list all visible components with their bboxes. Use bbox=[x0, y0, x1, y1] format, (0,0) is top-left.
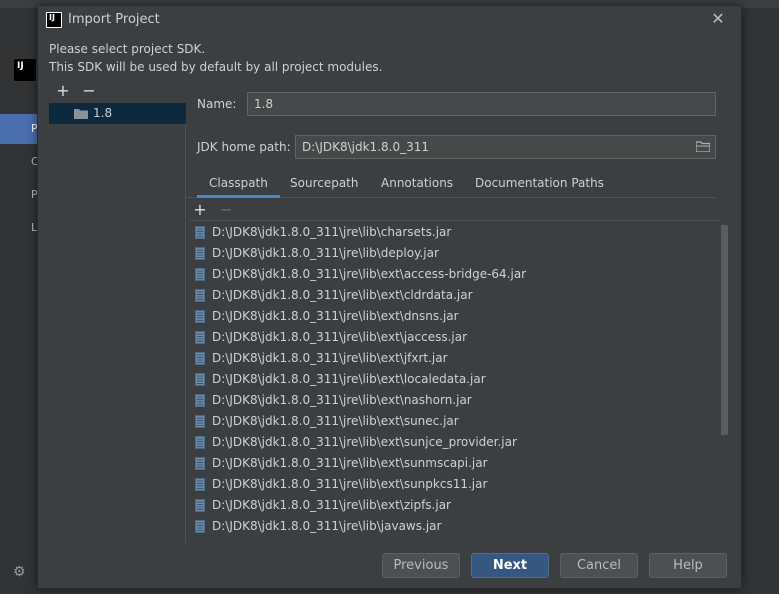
jdk-home-path-field[interactable]: D:\JDK8\jdk1.8.0_311 bbox=[295, 135, 716, 159]
cancel-button[interactable]: Cancel bbox=[560, 553, 638, 578]
classpath-item-label: D:\JDK8\jdk1.8.0_311\jre\lib\ext\sunmsca… bbox=[212, 456, 488, 470]
classpath-item-label: D:\JDK8\jdk1.8.0_311\jre\lib\ext\cldrdat… bbox=[212, 288, 473, 302]
dialog-titlebar: IJ Import Project ✕ bbox=[38, 6, 741, 34]
classpath-item-label: D:\JDK8\jdk1.8.0_311\jre\lib\ext\jaccess… bbox=[212, 330, 468, 344]
tab-classpath[interactable]: Classpath bbox=[197, 172, 280, 198]
welcome-nav-item[interactable]: P bbox=[0, 114, 38, 144]
jar-icon bbox=[195, 226, 205, 239]
classpath-item[interactable]: D:\JDK8\jdk1.8.0_311\jre\lib\charsets.ja… bbox=[190, 222, 720, 243]
classpath-item[interactable]: D:\JDK8\jdk1.8.0_311\jre\lib\javaws.jar bbox=[190, 516, 720, 537]
classpath-list: D:\JDK8\jdk1.8.0_311\jre\lib\charsets.ja… bbox=[190, 222, 730, 542]
jar-icon bbox=[195, 457, 205, 470]
help-button[interactable]: Help bbox=[649, 553, 727, 578]
jar-icon bbox=[195, 436, 205, 449]
description-line: Please select project SDK. bbox=[49, 42, 206, 56]
classpath-item[interactable]: D:\JDK8\jdk1.8.0_311\jre\lib\ext\sunmsca… bbox=[190, 453, 720, 474]
jar-icon bbox=[195, 331, 205, 344]
welcome-nav-item[interactable]: C bbox=[0, 147, 39, 177]
classpath-item[interactable]: D:\JDK8\jdk1.8.0_311\jre\lib\ext\nashorn… bbox=[190, 390, 720, 411]
add-sdk-button[interactable]: + bbox=[55, 82, 71, 100]
classpath-item-label: D:\JDK8\jdk1.8.0_311\jre\lib\ext\zipfs.j… bbox=[212, 498, 451, 512]
welcome-nav-item[interactable]: L bbox=[0, 213, 37, 243]
classpath-item-label: D:\JDK8\jdk1.8.0_311\jre\lib\ext\sunec.j… bbox=[212, 414, 459, 428]
classpath-item[interactable]: D:\JDK8\jdk1.8.0_311\jre\lib\ext\sunjce_… bbox=[190, 432, 720, 453]
previous-button[interactable]: Previous bbox=[382, 553, 460, 578]
classpath-item[interactable]: D:\JDK8\jdk1.8.0_311\jre\lib\ext\jaccess… bbox=[190, 327, 720, 348]
classpath-item-label: D:\JDK8\jdk1.8.0_311\jre\lib\ext\jfxrt.j… bbox=[212, 351, 448, 365]
classpath-item-label: D:\JDK8\jdk1.8.0_311\jre\lib\ext\localed… bbox=[212, 372, 486, 386]
next-button[interactable]: Next bbox=[471, 553, 549, 578]
classpath-item[interactable]: D:\JDK8\jdk1.8.0_311\jre\lib\ext\cldrdat… bbox=[190, 285, 720, 306]
classpath-item[interactable]: D:\JDK8\jdk1.8.0_311\jre\lib\ext\sunpkcs… bbox=[190, 474, 720, 495]
classpath-item[interactable]: D:\JDK8\jdk1.8.0_311\jre\lib\ext\dnsns.j… bbox=[190, 306, 720, 327]
classpath-item-label: D:\JDK8\jdk1.8.0_311\jre\lib\ext\nashorn… bbox=[212, 393, 472, 407]
sdk-list: 1.8 bbox=[49, 103, 186, 543]
classpath-item-label: D:\JDK8\jdk1.8.0_311\jre\lib\ext\dnsns.j… bbox=[212, 309, 459, 323]
classpath-item-label: D:\JDK8\jdk1.8.0_311\jre\lib\charsets.ja… bbox=[212, 225, 452, 239]
classpath-item-label: D:\JDK8\jdk1.8.0_311\jre\lib\javaws.jar bbox=[212, 519, 442, 533]
name-input[interactable] bbox=[247, 92, 716, 116]
dialog-title: Import Project bbox=[68, 12, 160, 27]
intellij-app-icon: IJ bbox=[46, 12, 62, 28]
classpath-item-label: D:\JDK8\jdk1.8.0_311\jre\lib\ext\sunjce_… bbox=[212, 435, 517, 449]
classpath-scrollbar[interactable] bbox=[721, 225, 728, 435]
jar-icon bbox=[195, 268, 205, 281]
description-line: This SDK will be used by default by all … bbox=[49, 60, 383, 74]
sdk-item-label: 1.8 bbox=[93, 106, 113, 120]
jar-icon bbox=[195, 415, 205, 428]
classpath-item-label: D:\JDK8\jdk1.8.0_311\jre\lib\ext\sunpkcs… bbox=[212, 477, 488, 491]
add-path-button[interactable]: + bbox=[192, 201, 208, 219]
browse-folder-icon[interactable] bbox=[696, 141, 710, 152]
classpath-item[interactable]: D:\JDK8\jdk1.8.0_311\jre\lib\ext\sunec.j… bbox=[190, 411, 720, 432]
intellij-logo-icon: IJ bbox=[12, 57, 38, 83]
classpath-item[interactable]: D:\JDK8\jdk1.8.0_311\jre\lib\ext\zipfs.j… bbox=[190, 495, 720, 516]
tab-annotations[interactable]: Annotations bbox=[369, 172, 465, 198]
jar-icon bbox=[195, 394, 205, 407]
jar-icon bbox=[195, 352, 205, 365]
welcome-nav-item[interactable]: P bbox=[0, 180, 38, 210]
gear-icon[interactable]: ⚙ bbox=[13, 565, 27, 579]
classpath-toolbar: + − bbox=[190, 201, 720, 221]
classpath-item-label: D:\JDK8\jdk1.8.0_311\jre\lib\deploy.jar bbox=[212, 246, 439, 260]
import-project-dialog: IJ Import Project ✕ Please select projec… bbox=[37, 5, 742, 589]
jar-icon bbox=[195, 289, 205, 302]
folder-icon bbox=[74, 109, 88, 119]
sdk-tabs: Classpath Sourcepath Annotations Documen… bbox=[185, 172, 716, 198]
classpath-item[interactable]: D:\JDK8\jdk1.8.0_311\jre\lib\ext\access-… bbox=[190, 264, 720, 285]
jar-icon bbox=[195, 247, 205, 260]
jar-icon bbox=[195, 373, 205, 386]
jar-icon bbox=[195, 310, 205, 323]
jar-icon bbox=[195, 499, 205, 512]
close-button[interactable]: ✕ bbox=[710, 11, 726, 27]
jdk-home-path-value: D:\JDK8\jdk1.8.0_311 bbox=[302, 140, 429, 154]
classpath-item[interactable]: D:\JDK8\jdk1.8.0_311\jre\lib\ext\jfxrt.j… bbox=[190, 348, 720, 369]
sdk-list-item[interactable]: 1.8 bbox=[49, 103, 186, 124]
classpath-item-label: D:\JDK8\jdk1.8.0_311\jre\lib\ext\access-… bbox=[212, 267, 527, 281]
remove-sdk-button[interactable]: − bbox=[81, 82, 97, 100]
tab-documentation-paths[interactable]: Documentation Paths bbox=[463, 172, 616, 198]
jar-icon bbox=[195, 520, 205, 533]
name-label: Name: bbox=[197, 97, 237, 111]
remove-path-button[interactable]: − bbox=[218, 201, 234, 219]
jdk-home-path-label: JDK home path: bbox=[197, 140, 291, 154]
sdk-toolbar: + − bbox=[49, 82, 185, 102]
tab-sourcepath[interactable]: Sourcepath bbox=[278, 172, 371, 198]
jar-icon bbox=[195, 478, 205, 491]
classpath-item[interactable]: D:\JDK8\jdk1.8.0_311\jre\lib\deploy.jar bbox=[190, 243, 720, 264]
classpath-item[interactable]: D:\JDK8\jdk1.8.0_311\jre\lib\ext\localed… bbox=[190, 369, 720, 390]
